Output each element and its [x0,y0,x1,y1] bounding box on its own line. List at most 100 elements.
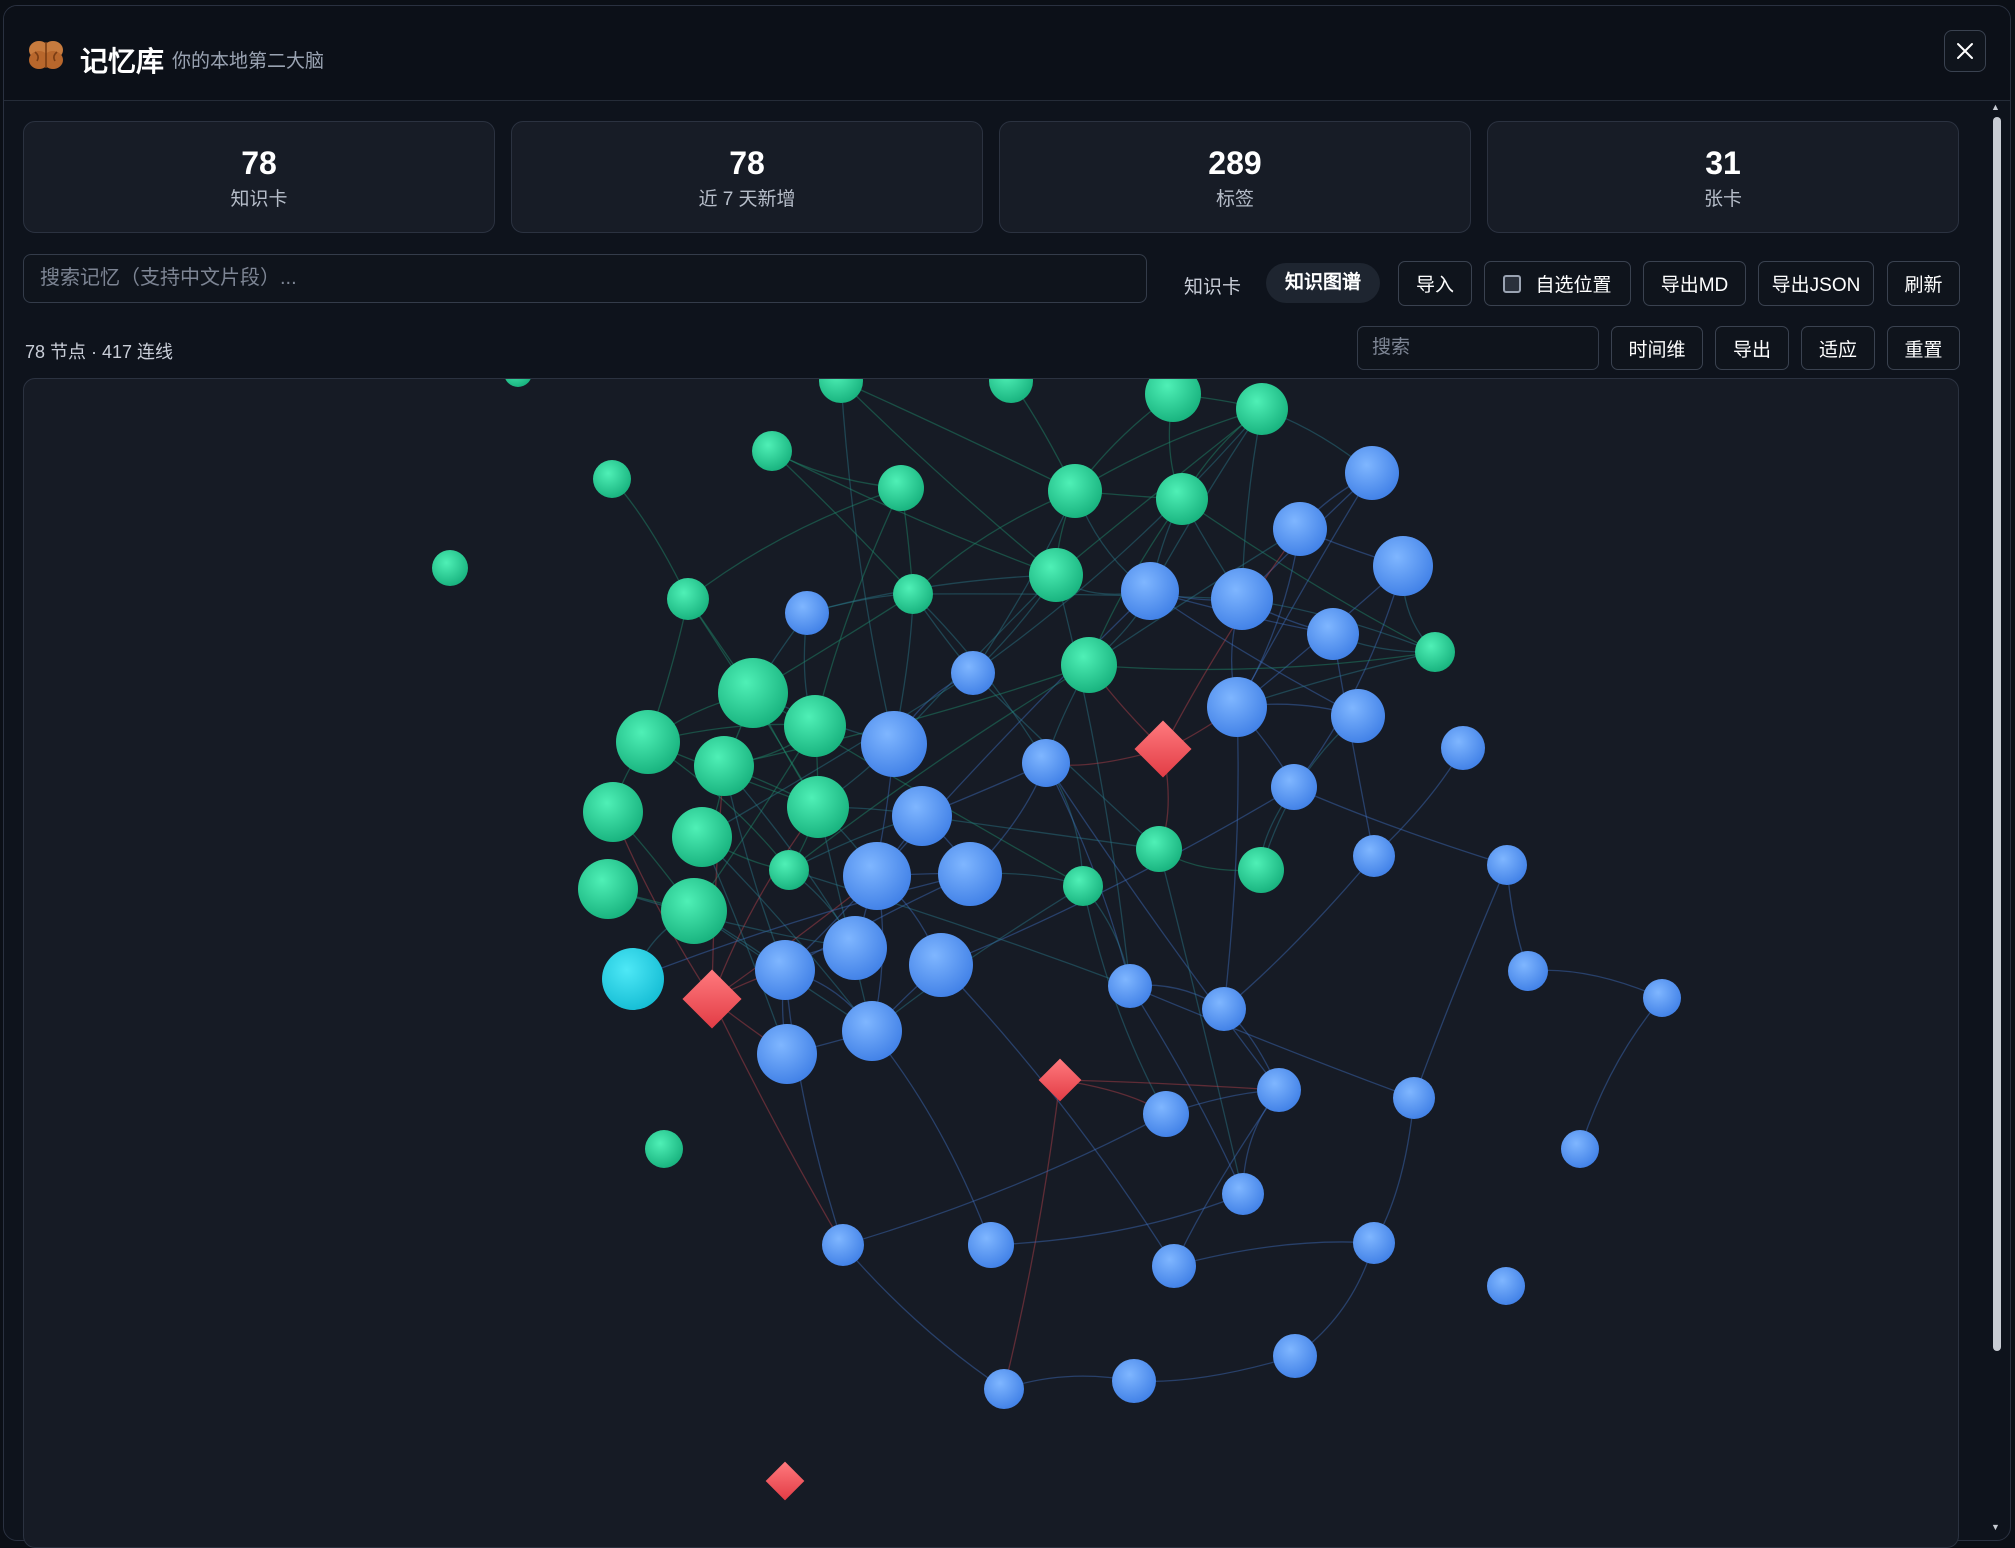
graph-card-node[interactable] [1048,464,1102,518]
graph-card-node[interactable] [718,658,788,728]
graph-card-node[interactable] [1029,548,1083,602]
graph-card-node[interactable] [861,711,927,777]
graph-card-node[interactable] [1152,1244,1196,1288]
graph-card-node[interactable] [842,1001,902,1061]
graph-card-node[interactable] [504,379,532,387]
graph-card-node[interactable] [1415,632,1455,672]
graph-card-node[interactable] [1143,1091,1189,1137]
graph-card-node[interactable] [1061,637,1117,693]
graph-card-node[interactable] [755,940,815,1000]
graph-card-node[interactable] [843,842,911,910]
graph-card-node[interactable] [1207,677,1267,737]
graph-card-node[interactable] [1393,1077,1435,1119]
graph-card-node[interactable] [989,379,1033,403]
graph-card-node[interactable] [1236,383,1288,435]
graph-card-node[interactable] [593,460,631,498]
graph-card-node[interactable] [951,651,995,695]
fit-button[interactable]: 适应 [1801,326,1875,370]
graph-card-node[interactable] [823,916,887,980]
graph-card-node[interactable] [1307,608,1359,660]
auto-layout-checkbox[interactable] [1503,274,1522,293]
graph-card-node[interactable] [909,933,973,997]
graph-card-node[interactable] [1145,379,1201,422]
graph-card-node[interactable] [1331,689,1385,743]
auto-layout-label: 自选位置 [1535,275,1612,296]
graph-card-node[interactable] [769,850,809,890]
graph-card-node[interactable] [583,782,643,842]
graph-card-node[interactable] [661,878,727,944]
graph-card-node[interactable] [938,842,1002,906]
knowledge-graph-svg[interactable] [24,379,1959,1548]
graph-card-node[interactable] [752,431,792,471]
graph-card-node[interactable] [1353,1222,1395,1264]
graph-card-node[interactable] [1063,866,1103,906]
graph-card-node[interactable] [784,695,846,757]
graph-card-node[interactable] [1112,1359,1156,1403]
graph-card-node[interactable] [432,550,468,586]
graph-card-node[interactable] [785,591,829,635]
scroll-down-icon[interactable]: ▼ [1991,1522,2000,1532]
knowledge-graph-canvas[interactable] [23,378,1959,1548]
graph-card-node[interactable] [787,776,849,838]
graph-card-node[interactable] [819,379,863,403]
graph-card-node[interactable] [1271,764,1317,810]
stat-value: 31 [1705,145,1741,181]
graph-tag-node[interactable] [765,1461,805,1501]
graph-card-node[interactable] [1561,1130,1599,1168]
graph-card-node[interactable] [822,1224,864,1266]
graph-card-node[interactable] [1257,1068,1301,1112]
graph-card-node[interactable] [1508,951,1548,991]
graph-card-node[interactable] [602,948,664,1010]
graph-search-input[interactable] [1357,326,1599,370]
graph-tag-node[interactable] [682,969,742,1029]
graph-card-node[interactable] [1238,847,1284,893]
graph-export-button[interactable]: 导出 [1715,326,1789,370]
graph-tag-node[interactable] [1038,1058,1082,1102]
graph-card-node[interactable] [1121,562,1179,620]
graph-card-node[interactable] [878,465,924,511]
graph-card-node[interactable] [968,1222,1014,1268]
scrollbar-thumb[interactable] [1993,117,2001,1351]
graph-card-node[interactable] [1222,1173,1264,1215]
close-button[interactable] [1944,30,1986,72]
graph-card-node[interactable] [1136,826,1182,872]
graph-card-node[interactable] [616,710,680,774]
graph-card-node[interactable] [694,736,754,796]
graph-card-node[interactable] [645,1130,683,1168]
graph-card-node[interactable] [1441,726,1485,770]
graph-card-node[interactable] [757,1024,817,1084]
graph-card-node[interactable] [1202,987,1246,1031]
tab-graph[interactable]: 知识图谱 [1266,263,1380,303]
graph-card-node[interactable] [672,807,732,867]
auto-layout-toggle[interactable]: 自选位置 [1484,261,1631,306]
timeline-button[interactable]: 时间维 [1611,326,1703,370]
graph-card-node[interactable] [1353,835,1395,877]
graph-card-node[interactable] [667,578,709,620]
graph-card-node[interactable] [1273,502,1327,556]
import-button[interactable]: 导入 [1398,261,1472,306]
graph-card-node[interactable] [1487,845,1527,885]
graph-card-node[interactable] [1156,473,1208,525]
graph-card-node[interactable] [1273,1334,1317,1378]
graph-card-node[interactable] [1487,1267,1525,1305]
graph-card-node[interactable] [892,786,952,846]
import-label: 导入 [1415,275,1454,296]
graph-card-node[interactable] [1345,446,1399,500]
graph-card-node[interactable] [1022,739,1070,787]
memory-search-input[interactable] [23,254,1147,303]
export-json-button[interactable]: 导出JSON [1758,261,1874,306]
export-md-button[interactable]: 导出MD [1643,261,1746,306]
refresh-button[interactable]: 刷新 [1887,261,1960,306]
graph-card-node[interactable] [1108,964,1152,1008]
graph-card-node[interactable] [984,1369,1024,1409]
tab-cards[interactable]: 知识卡 [1184,272,1241,299]
scroll-up-icon[interactable]: ▲ [1991,102,2000,112]
graph-card-node[interactable] [1211,568,1273,630]
reset-button[interactable]: 重置 [1887,326,1960,370]
graph-card-node[interactable] [578,859,638,919]
graph-card-node[interactable] [893,574,933,614]
graph-card-node[interactable] [1643,979,1681,1017]
graph-edge [1059,1079,1280,1091]
graph-card-node[interactable] [1373,536,1433,596]
stat-label: 标签 [1215,189,1254,210]
